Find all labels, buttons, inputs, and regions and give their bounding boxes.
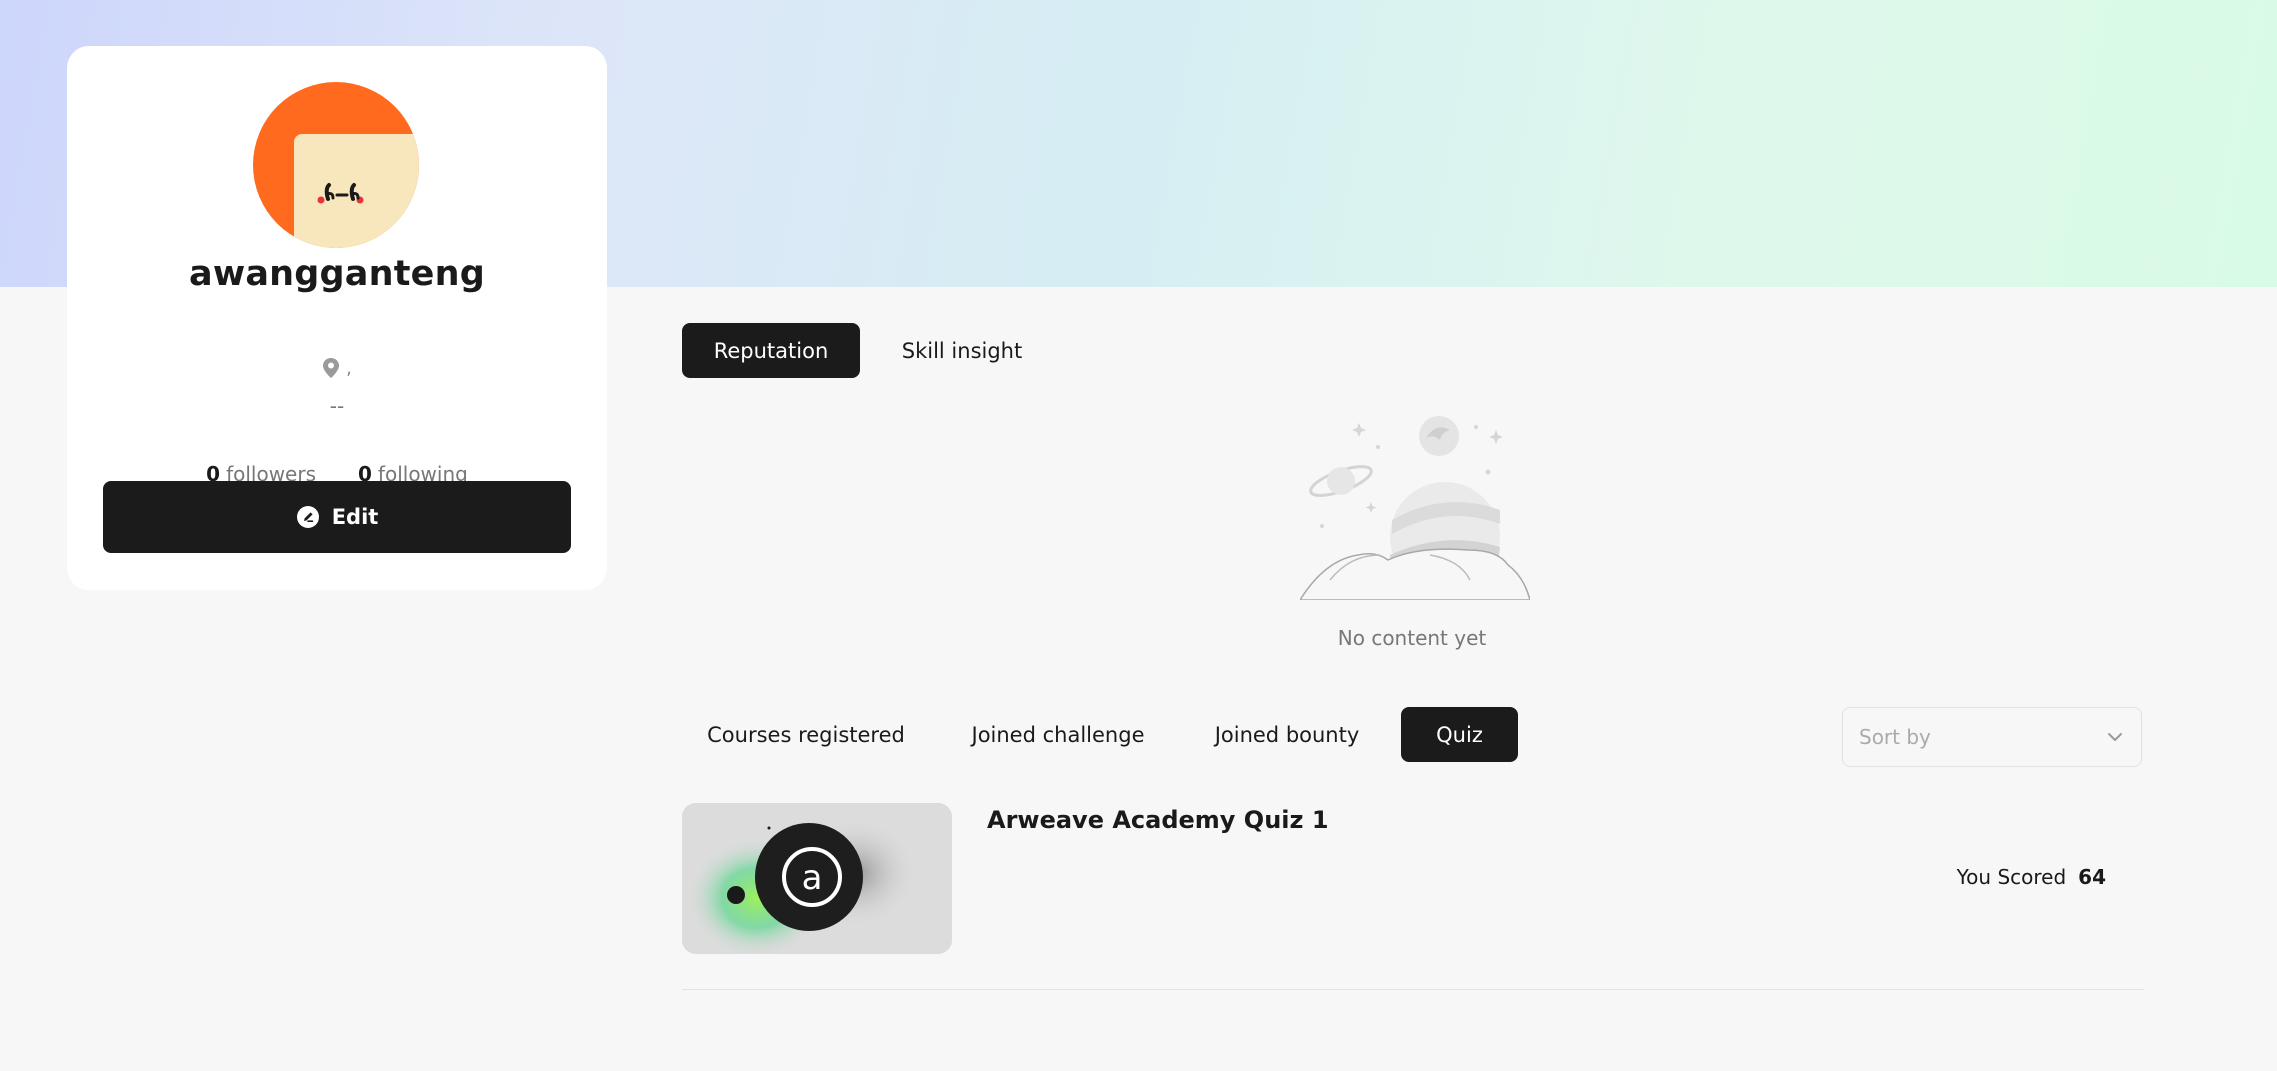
quiz-thumbnail: a [682,803,952,954]
tab-joined-challenge[interactable]: Joined challenge [958,707,1158,762]
quiz-title[interactable]: Arweave Academy Quiz 1 [987,806,1329,834]
quiz-divider [682,989,2144,990]
edit-label: Edit [331,505,379,529]
location-text: , [346,357,352,379]
quiz-item[interactable]: a Arweave Academy Quiz 1 You Scored 64 [682,803,2144,991]
quiz-score: You Scored 64 [1957,865,2106,889]
username: awangganteng [189,254,485,294]
avatar-face-icon [317,183,364,204]
location: , [67,354,607,382]
tab-skill-insight[interactable]: Skill insight [880,323,1044,378]
quiz-score-value: 64 [2078,865,2106,889]
svg-text:a: a [802,858,823,898]
tab-quiz[interactable]: Quiz [1401,707,1518,762]
tab-courses-registered[interactable]: Courses registered [682,707,930,762]
edit-icon [296,506,319,528]
sort-select[interactable]: Sort by [1842,707,2142,767]
edit-profile-button[interactable]: Edit [103,481,571,553]
profile-page: awangganteng , -- 0 followers 0 following … [0,0,2277,1071]
profile-card: awangganteng , -- 0 followers 0 following … [67,46,607,590]
empty-state-text: No content yet [1337,626,1487,650]
quiz-score-label: You Scored [1956,865,2067,889]
sort-placeholder: Sort by [1859,725,1931,749]
tab-joined-bounty[interactable]: Joined bounty [1192,707,1382,762]
empty-planet-illustration [1300,416,1530,600]
chevron-down-icon [2108,733,2122,741]
avatar[interactable] [253,82,419,248]
bio: -- [329,394,345,418]
location-pin-icon [323,358,340,378]
tab-reputation[interactable]: Reputation [682,323,860,378]
